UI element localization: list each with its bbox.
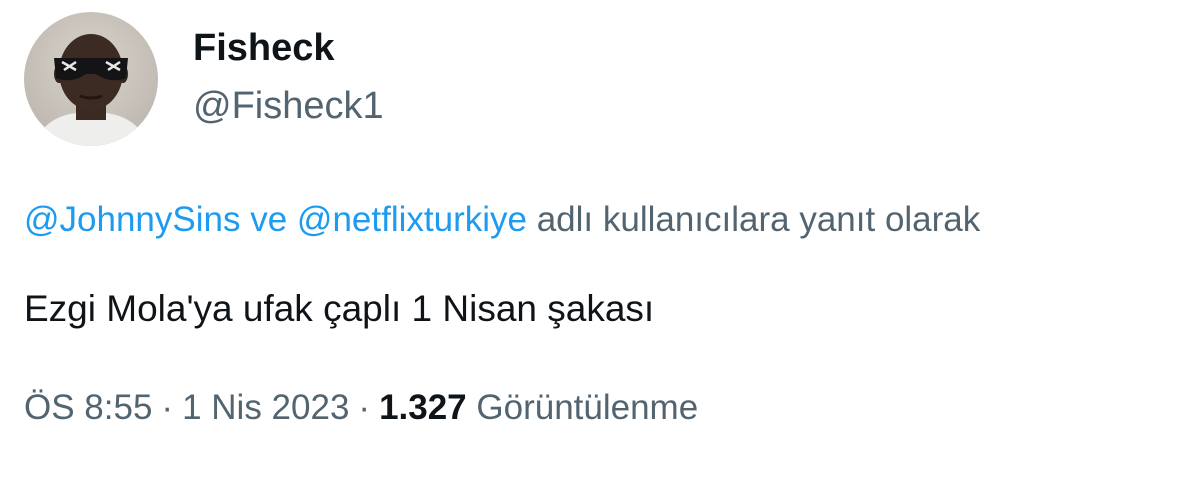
tweet-text: Ezgi Mola'ya ufak çaplı 1 Nisan şakası [24,288,655,329]
author-display-name[interactable]: Fisheck [193,24,384,72]
reply-conjunction: ve [250,200,288,239]
author-avatar[interactable] [24,12,158,146]
avatar-image [24,12,158,146]
views-count: 1.327 [379,388,467,427]
reply-context: @JohnnySins ve @netflixturkiye adlı kull… [24,196,980,244]
meta-separator: · [358,388,371,427]
mention-link-netflixturkiye[interactable]: @netflixturkiye [297,200,527,239]
mention-link-johnnysins[interactable]: @JohnnySins [24,200,240,239]
author-handle[interactable]: @Fisheck1 [193,82,384,130]
views-label: Görüntülenme [476,388,699,427]
tweet-time[interactable]: ÖS 8:55 [24,388,152,427]
tweet-date[interactable]: 1 Nis 2023 [182,388,349,427]
reply-context-suffix: adlı kullanıcılara yanıt olarak [536,200,981,239]
author-info: Fisheck @Fisheck1 [193,24,384,130]
meta-separator: · [161,388,174,427]
tweet-card: Fisheck @Fisheck1 @JohnnySins ve @netfli… [0,0,1200,482]
tweet-meta: ÖS 8:55 · 1 Nis 2023 · 1.327 Görüntülenme [24,384,698,432]
